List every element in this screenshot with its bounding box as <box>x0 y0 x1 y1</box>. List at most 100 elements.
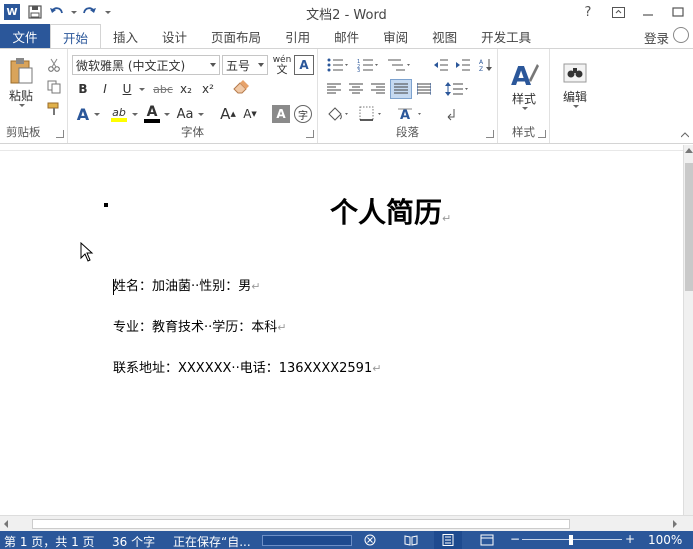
character-shading-button[interactable]: A <box>272 105 290 123</box>
decrease-indent-button[interactable] <box>430 55 452 75</box>
font-name-dropdown-icon[interactable] <box>210 63 216 67</box>
font-size-dropdown-icon[interactable] <box>258 63 264 67</box>
horizontal-scroll-thumb[interactable] <box>32 519 570 529</box>
doc-line-name[interactable]: 姓名：加油菌··性别：男↵ <box>113 275 260 295</box>
underline-dropdown-icon[interactable] <box>136 79 146 99</box>
superscript-button[interactable]: x² <box>198 79 218 99</box>
shrink-font-button[interactable]: A ▼ <box>240 103 260 125</box>
tab-insert[interactable]: 插入 <box>101 24 150 48</box>
highlight-button[interactable]: ab <box>108 103 130 125</box>
styles-button[interactable]: A 样式 <box>504 53 544 117</box>
doc-line-contact[interactable]: 联系地址：XXXXXX··电话：136XXXX2591↵ <box>113 357 381 376</box>
account-avatar[interactable] <box>673 27 689 43</box>
doc-line-contact-text[interactable]: 联系地址：XXXXXX··电话：136XXXX2591 <box>113 361 372 376</box>
font-name-combo[interactable]: 微软雅黑 (中文正文) <box>72 55 220 75</box>
tab-design[interactable]: 设计 <box>150 24 199 48</box>
align-center-button[interactable] <box>346 79 366 99</box>
editing-button[interactable]: 编辑 <box>554 53 596 117</box>
maximize-button[interactable] <box>663 0 693 24</box>
document-canvas[interactable]: 个人简历↵ 姓名：加油菌··性别：男↵ 专业：教育技术··学历：本科↵ 联系地址… <box>0 145 683 515</box>
scroll-left-icon[interactable] <box>3 520 9 528</box>
tab-references[interactable]: 引用 <box>273 24 322 48</box>
italic-button[interactable]: I <box>96 79 114 99</box>
scroll-right-icon[interactable] <box>672 520 678 528</box>
paragraph-launcher-icon[interactable] <box>486 130 494 138</box>
tab-layout[interactable]: 页面布局 <box>199 24 273 48</box>
zoom-out-button[interactable]: − <box>510 532 520 546</box>
tab-home[interactable]: 开始 <box>50 24 102 49</box>
borders-button[interactable] <box>356 103 386 125</box>
chinese-layout-button[interactable]: A <box>394 103 428 125</box>
horizontal-scrollbar[interactable] <box>0 515 693 531</box>
redo-icon[interactable] <box>78 1 100 23</box>
clear-formatting-button[interactable] <box>228 75 254 99</box>
shading-button[interactable] <box>324 103 352 125</box>
paste-button[interactable]: 粘贴 <box>4 55 38 109</box>
help-button[interactable]: ? <box>573 0 603 24</box>
sort-button[interactable]: AZ <box>476 55 496 75</box>
tab-developer[interactable]: 开发工具 <box>469 24 543 48</box>
styles-launcher-icon[interactable] <box>538 130 546 138</box>
word-app-icon[interactable]: W <box>4 4 20 20</box>
collapse-ribbon-icon[interactable] <box>680 129 690 141</box>
resume-title[interactable]: 个人简历↵ <box>330 191 451 231</box>
strikethrough-button[interactable]: abc <box>150 79 176 99</box>
distributed-button[interactable] <box>414 79 434 99</box>
line-spacing-button[interactable] <box>442 79 472 99</box>
styles-dropdown-icon[interactable] <box>522 107 528 110</box>
change-case-button[interactable]: Aa <box>174 103 196 125</box>
zoom-in-button[interactable]: + <box>625 532 635 546</box>
tab-mailings[interactable]: 邮件 <box>322 24 371 48</box>
increase-indent-button[interactable] <box>452 55 474 75</box>
font-color-button[interactable]: A <box>142 103 162 125</box>
web-layout-icon[interactable] <box>480 534 494 546</box>
phonetic-guide-button[interactable]: wén 文 <box>271 54 293 76</box>
read-mode-icon[interactable] <box>404 534 418 546</box>
cut-icon[interactable] <box>44 55 64 75</box>
vertical-scrollbar[interactable] <box>683 145 693 515</box>
copy-icon[interactable] <box>44 77 64 97</box>
page-count[interactable]: 第 1 页，共 1 页 <box>4 533 95 549</box>
grow-font-button[interactable]: A ▲ <box>218 103 238 125</box>
ribbon-display-button[interactable] <box>603 0 633 24</box>
zoom-slider-thumb[interactable] <box>569 535 573 545</box>
tab-view[interactable]: 视图 <box>420 24 469 48</box>
subscript-button[interactable]: x₂ <box>176 79 196 99</box>
highlight-dropdown-icon[interactable] <box>130 103 138 125</box>
font-color-dropdown-icon[interactable] <box>162 103 170 125</box>
vertical-scroll-thumb[interactable] <box>685 163 693 291</box>
undo-dropdown-icon[interactable] <box>68 1 78 23</box>
editing-dropdown-icon[interactable] <box>573 105 579 108</box>
resume-title-text[interactable]: 个人简历 <box>330 196 442 229</box>
multilevel-list-button[interactable] <box>384 55 414 75</box>
minimize-button[interactable] <box>633 0 663 24</box>
undo-icon[interactable] <box>46 1 68 23</box>
scroll-up-icon[interactable] <box>685 148 693 153</box>
text-effects-dropdown-icon[interactable] <box>92 103 100 125</box>
bullets-button[interactable] <box>324 55 352 75</box>
clipboard-launcher-icon[interactable] <box>56 130 64 138</box>
tab-review[interactable]: 审阅 <box>371 24 420 48</box>
doc-line-name-text[interactable]: 姓名：加油菌··性别：男 <box>113 279 251 294</box>
save-icon[interactable] <box>24 1 46 23</box>
enclose-characters-button[interactable]: 字 <box>294 105 312 123</box>
underline-button[interactable]: U <box>118 79 136 99</box>
numbering-button[interactable]: 123 <box>354 55 382 75</box>
align-right-button[interactable] <box>368 79 388 99</box>
font-size-combo[interactable]: 五号 <box>222 55 268 75</box>
align-left-button[interactable] <box>324 79 344 99</box>
character-border-button[interactable]: A <box>294 55 314 75</box>
paste-dropdown-icon[interactable] <box>19 104 25 107</box>
bold-button[interactable]: B <box>74 79 92 99</box>
word-count[interactable]: 36 个字 <box>112 533 155 549</box>
zoom-level[interactable]: 100% <box>648 533 682 547</box>
justify-button[interactable] <box>390 79 412 99</box>
change-case-dropdown-icon[interactable] <box>196 103 204 125</box>
format-painter-icon[interactable] <box>44 99 64 119</box>
doc-line-major[interactable]: 专业：教育技术··学历：本科↵ <box>113 316 286 335</box>
print-layout-view[interactable] <box>434 531 462 549</box>
sign-in-link[interactable]: 登录 <box>644 28 669 47</box>
tab-file[interactable]: 文件 <box>0 24 50 48</box>
font-launcher-icon[interactable] <box>306 130 314 138</box>
customize-qat-icon[interactable] <box>100 1 114 23</box>
